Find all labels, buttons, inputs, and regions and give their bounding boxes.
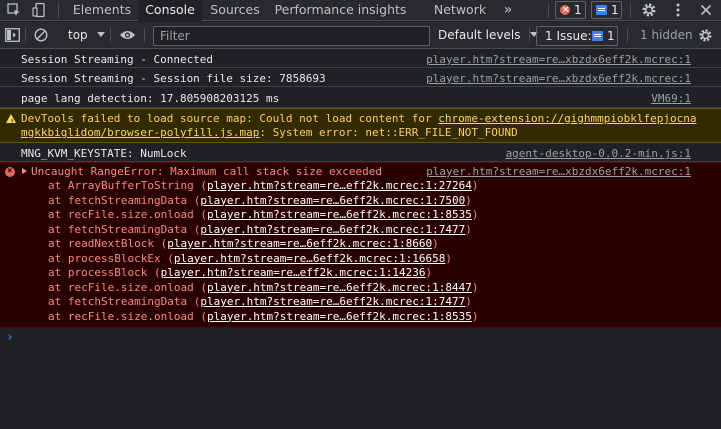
message-source-link[interactable]: agent-desktop-0.0.2-min.js:1 [506, 147, 691, 161]
clear-console-icon[interactable] [34, 28, 48, 45]
warning-source-map-link-cont[interactable]: mgkkbiglidom/browser-polyfill.js.map [21, 126, 259, 139]
message-text: MNG_KVM_KEYSTATE: NumLock [21, 147, 187, 160]
error-count-badge[interactable]: 1 [555, 1, 586, 19]
device-toolbar-icon[interactable] [31, 2, 47, 18]
log-levels-dropdown[interactable]: Default levels [438, 28, 539, 42]
console-message: Session Streaming - Connected player.htm… [0, 49, 721, 68]
stack-frame: at recFile.size.onload (player.htm?strea… [48, 280, 479, 294]
divider [110, 28, 111, 43]
stack-frame-link[interactable]: player.htm?stream=re…6eff2k.mcrec:1:8447 [207, 281, 472, 294]
console-settings-gear-icon[interactable] [698, 28, 713, 46]
filter-input[interactable]: Filter [153, 26, 430, 46]
warning-icon [6, 114, 16, 129]
stack-frame-link[interactable]: player.htm?stream=re…6eff2k.mcrec:1:8535 [207, 310, 472, 323]
context-label: top [68, 28, 88, 42]
divider [630, 3, 631, 18]
context-selector[interactable]: top [68, 28, 105, 42]
devtools-tab-bar: Elements Console Sources Performance ins… [0, 0, 721, 35]
console-message: page lang detection: 17.805908203125 ms … [0, 87, 721, 108]
divider [529, 28, 530, 43]
stack-frame-link[interactable]: player.htm?stream=re…6eff2k.mcrec:1:7477 [200, 223, 465, 236]
kebab-menu-icon[interactable] [670, 2, 686, 18]
stack-frame: at processBlock (player.htm?stream=re…ef… [48, 266, 433, 279]
log-levels-label: Default levels [438, 28, 521, 42]
tab-performance-insights[interactable]: Performance insights [268, 0, 413, 35]
console-prompt-row[interactable]: › [0, 328, 721, 350]
message-count: 1 [611, 3, 619, 17]
issue-icon [592, 31, 603, 41]
issues-button[interactable]: 1 Issue: 1 [536, 26, 618, 46]
stack-frame-function: at processBlockEx [48, 251, 161, 265]
message-icon [596, 5, 607, 15]
divider [58, 3, 59, 18]
message-source-link[interactable]: player.htm?stream=re…xbzdx6eff2k.mcrec:1 [426, 72, 691, 86]
stack-frame-function: at recFile.size.onload [48, 208, 194, 221]
stack-frame: at ArrayBufferToString (player.htm?strea… [48, 179, 479, 192]
tab-sources[interactable]: Sources [202, 0, 268, 21]
close-icon[interactable] [698, 2, 714, 18]
stack-frame-function: at recFile.size.onload [48, 309, 194, 323]
stack-frame-function: at fetchStreamingData [48, 295, 188, 308]
stack-frame-function: at recFile.size.onload [48, 280, 194, 294]
console-error: Uncaught RangeError: Maximum call stack … [0, 162, 721, 328]
inspect-element-icon[interactable] [6, 2, 22, 18]
stack-frame-link[interactable]: player.htm?stream=re…6eff2k.mcrec:1:7477 [200, 295, 465, 308]
tab-console[interactable]: Console [138, 0, 202, 21]
error-icon [5, 164, 15, 178]
divider [548, 3, 549, 18]
divider [627, 28, 628, 43]
chevron-down-icon [96, 32, 105, 37]
hidden-count: 1 hidden [640, 28, 693, 42]
console-toolbar: top Filter Default levels 1 Issue: 1 1 h… [0, 22, 721, 49]
console-warning: DevTools failed to load source map: Coul… [0, 108, 721, 143]
stack-frame-link[interactable]: player.htm?stream=re…eff2k.mcrec:1:27264 [207, 179, 472, 192]
stack-frame-function: at processBlock [48, 266, 148, 279]
stack-frame-link[interactable]: player.htm?stream=re…6eff2k.mcrec:1:7500 [200, 194, 465, 207]
stack-frame-link[interactable]: player.htm?stream=re…6eff2k.mcrec:1:8660 [167, 237, 432, 250]
warning-source-map-link[interactable]: chrome-extension://gighmmpiobklfepjocna [438, 112, 696, 125]
stack-frame: at fetchStreamingData (player.htm?stream… [48, 193, 472, 207]
stack-frame-link[interactable]: player.htm?stream=re…6eff2k.mcrec:1:8535 [207, 208, 472, 221]
issues-label: 1 Issue: [545, 29, 592, 43]
eye-icon[interactable] [119, 29, 136, 44]
stack-frame-function: at ArrayBufferToString [48, 179, 194, 192]
tab-network[interactable]: Network [428, 0, 492, 21]
sidebar-toggle-icon[interactable] [5, 28, 20, 45]
stack-frame-function: at fetchStreamingData [48, 222, 188, 236]
stack-trace: at ArrayBufferToString (player.htm?strea… [0, 179, 691, 324]
stack-frame-link[interactable]: player.htm?stream=re…eff2k.mcrec:1:14236 [161, 266, 426, 279]
expand-triangle-icon[interactable] [22, 168, 27, 174]
stack-frame: at processBlockEx (player.htm?stream=re…… [48, 251, 452, 265]
stack-frame: at fetchStreamingData (player.htm?stream… [48, 222, 472, 236]
console-message: Session Streaming - Session file size: 7… [0, 68, 721, 87]
divider [25, 28, 26, 43]
tab-elements[interactable]: Elements [66, 0, 138, 21]
tab-performance-label: Performance insights [274, 2, 407, 17]
message-source-link[interactable]: player.htm?stream=re…xbzdx6eff2k.mcrec:1 [426, 53, 691, 67]
gear-icon[interactable] [641, 2, 657, 18]
message-text: Session Streaming - Session file size: 7… [21, 72, 326, 85]
console-output: Session Streaming - Connected player.htm… [0, 49, 721, 350]
message-count-badge[interactable]: 1 [591, 1, 622, 19]
stack-frame-function: at readNextBlock [48, 237, 154, 250]
issues-count: 1 [607, 29, 615, 43]
error-source-link[interactable]: player.htm?stream=re…xbzdx6eff2k.mcrec:1 [426, 165, 691, 179]
stack-frame-function: at fetchStreamingData [48, 193, 188, 207]
warning-text: DevTools failed to load source map: Coul… [21, 112, 439, 125]
divider [144, 28, 145, 43]
message-text: Session Streaming - Connected [21, 53, 214, 66]
error-count: 1 [574, 3, 582, 17]
warning-error-text: : System error: net::ERR_FILE_NOT_FOUND [259, 126, 518, 139]
error-icon [560, 2, 570, 18]
stack-frame: at fetchStreamingData (player.htm?stream… [48, 295, 472, 308]
more-tabs-button[interactable]: » [498, 0, 518, 21]
stack-frame: at recFile.size.onload (player.htm?strea… [48, 309, 479, 323]
console-message: MNG_KVM_KEYSTATE: NumLock agent-desktop-… [0, 143, 721, 162]
prompt-chevron-icon: › [6, 330, 14, 345]
stack-frame: at readNextBlock (player.htm?stream=re…6… [48, 237, 439, 250]
stack-frame-link[interactable]: player.htm?stream=re…6eff2k.mcrec:1:1665… [174, 252, 446, 265]
stack-frame: at recFile.size.onload (player.htm?strea… [48, 208, 479, 221]
message-text: page lang detection: 17.805908203125 ms [21, 92, 280, 105]
message-source-link[interactable]: VM69:1 [651, 92, 691, 106]
